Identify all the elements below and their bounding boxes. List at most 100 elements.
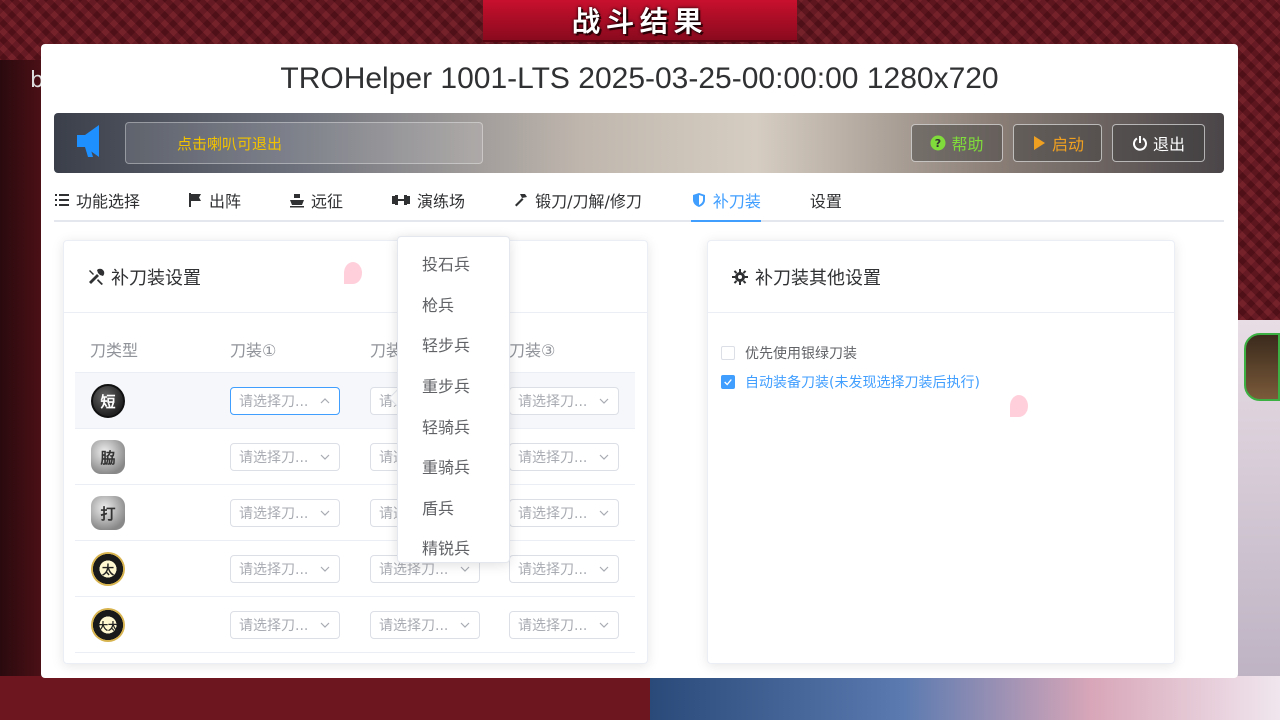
checkbox-label: 优先使用银绿刀装 [745, 346, 857, 362]
shield-icon [692, 193, 705, 207]
equipment-table: 刀类型 刀装① 刀装② 刀装③ 短 请选择刀... 请选择刀... 请选择刀..… [75, 325, 635, 653]
tab-forge[interactable]: 锻刀/刀解/修刀 [513, 180, 642, 220]
prefer-silver-green-checkbox[interactable]: 优先使用银绿刀装 [721, 343, 857, 363]
question-circle-icon: ? [930, 135, 946, 151]
tab-label: 锻刀/刀解/修刀 [535, 192, 642, 211]
equip-select-1[interactable]: 请选择刀... [230, 443, 340, 471]
column-header: 刀装③ [509, 340, 556, 360]
dropdown-option[interactable]: 投石兵 [398, 243, 509, 284]
select-placeholder: 请选择刀... [239, 562, 309, 578]
dropdown-option[interactable]: 精锐兵 [398, 527, 509, 562]
tab-label: 设置 [809, 192, 842, 211]
select-placeholder: 请选择刀... [239, 618, 309, 634]
tab-label: 演练场 [417, 192, 466, 211]
column-header: 刀装① [230, 340, 277, 360]
tab-label: 补刀装 [712, 192, 761, 211]
equip-select-3[interactable]: 请选择刀... [509, 555, 619, 583]
tab-sortie[interactable]: 出阵 [187, 180, 241, 220]
tab-expedition[interactable]: 远征 [289, 180, 343, 220]
dropdown-option[interactable]: 重步兵 [398, 365, 509, 406]
chevron-down-icon [320, 510, 330, 516]
auto-equip-checkbox[interactable]: 自动装备刀装(未发现选择刀装后执行) [721, 372, 980, 392]
notice-bar: 点击喇叭可退出 ? 帮助 启动 退出 [54, 113, 1224, 173]
equipment-settings-card: 补刀装设置 刀类型 刀装① 刀装② 刀装③ 短 请选择刀... 请选择刀... … [63, 240, 648, 664]
chevron-up-icon [320, 398, 330, 404]
equip-select-1[interactable]: 请选择刀... [230, 555, 340, 583]
tab-function-select[interactable]: 功能选择 [54, 180, 140, 220]
table-header: 刀类型 刀装① 刀装② 刀装③ [75, 325, 635, 373]
ship-icon [290, 194, 305, 208]
tab-settings[interactable]: 设置 [810, 180, 842, 220]
tab-label: 出阵 [209, 192, 242, 211]
sword-type-badge: 太 [91, 552, 125, 586]
notice-text: 点击喇叭可退出 [125, 122, 483, 164]
select-placeholder: 请选择刀... [518, 618, 588, 634]
select-placeholder: 请选择刀... [239, 506, 309, 522]
other-settings-card: 补刀装其他设置 优先使用银绿刀装 自动装备刀装(未发现选择刀装后执行) [707, 240, 1175, 664]
help-button[interactable]: ? 帮助 [911, 124, 1003, 162]
svg-text:?: ? [935, 137, 941, 150]
dropdown-option[interactable]: 轻步兵 [398, 324, 509, 365]
dumbbell-icon [392, 195, 411, 205]
dropdown-option[interactable]: 轻骑兵 [398, 405, 509, 446]
equip-select-3[interactable]: 请选择刀... [509, 611, 619, 639]
exit-button-label: 退出 [1152, 135, 1185, 154]
equip-select-3[interactable]: 请选择刀... [509, 499, 619, 527]
checkbox[interactable] [721, 375, 735, 389]
equip-select-1[interactable]: 请选择刀... [230, 499, 340, 527]
equip-select-3[interactable]: 请选择刀... [509, 387, 619, 415]
petal-decoration [1010, 395, 1028, 417]
select-placeholder: 请选择刀... [518, 450, 588, 466]
tab-label: 功能选择 [76, 192, 141, 211]
tab-equipment[interactable]: 补刀装 [690, 180, 761, 222]
card-header: 补刀装其他设置 [708, 241, 1174, 313]
table-row: 脇 请选择刀... 请选择刀... 请选择刀... [75, 429, 635, 485]
chevron-down-icon [599, 398, 609, 404]
gear-icon [732, 268, 748, 285]
column-header: 刀类型 [90, 340, 139, 360]
dropdown-option[interactable]: 盾兵 [398, 487, 509, 528]
card-title: 补刀装其他设置 [755, 267, 881, 289]
equip-select-2[interactable]: 请选择刀... [370, 611, 480, 639]
game-background-bottom-left [0, 676, 650, 720]
equip-select-1[interactable]: 请选择刀... [230, 611, 340, 639]
game-character-avatar [1244, 333, 1280, 401]
equip-select-3[interactable]: 请选择刀... [509, 443, 619, 471]
checkbox-label: 自动装备刀装(未发现选择刀装后执行) [745, 375, 980, 391]
start-button[interactable]: 启动 [1013, 124, 1102, 162]
start-button-label: 启动 [1051, 135, 1084, 154]
power-icon [1132, 135, 1148, 151]
check-icon [724, 379, 732, 386]
chevron-down-icon [460, 622, 470, 628]
tools-icon [89, 268, 105, 285]
chevron-down-icon [460, 566, 470, 572]
chevron-down-icon [599, 622, 609, 628]
equip-select-1[interactable]: 请选择刀... [230, 387, 340, 415]
sword-type-badge: 短 [91, 384, 125, 418]
checkbox[interactable] [721, 346, 735, 360]
exit-button[interactable]: 退出 [1112, 124, 1205, 162]
chevron-down-icon [599, 454, 609, 460]
sword-type-badge: 打 [91, 496, 125, 530]
select-placeholder: 请选择刀... [379, 618, 449, 634]
list-icon [55, 194, 69, 206]
select-placeholder: 请选择刀... [518, 394, 588, 410]
flag-icon [189, 193, 202, 207]
tab-label: 远征 [311, 192, 344, 211]
tab-training[interactable]: 演练场 [391, 180, 465, 220]
sword-type-badge: 大太 [91, 608, 125, 642]
speaker-icon[interactable] [73, 121, 113, 161]
table-row: 太 请选择刀... 请选择刀... 请选择刀... [75, 541, 635, 597]
select-placeholder: 请选择刀... [518, 562, 588, 578]
sword-type-badge: 脇 [91, 440, 125, 474]
chevron-down-icon [320, 622, 330, 628]
table-row: 大太 请选择刀... 请选择刀... 请选择刀... [75, 597, 635, 653]
hammer-icon [515, 194, 528, 207]
dropdown-option[interactable]: 重骑兵 [398, 446, 509, 487]
table-row: 打 请选择刀... 请选择刀... 请选择刀... [75, 485, 635, 541]
help-button-label: 帮助 [951, 135, 984, 154]
chevron-down-icon [599, 566, 609, 572]
table-row: 短 请选择刀... 请选择刀... 请选择刀... [75, 373, 635, 429]
petal-decoration [344, 262, 362, 284]
dropdown-option[interactable]: 枪兵 [398, 284, 509, 325]
